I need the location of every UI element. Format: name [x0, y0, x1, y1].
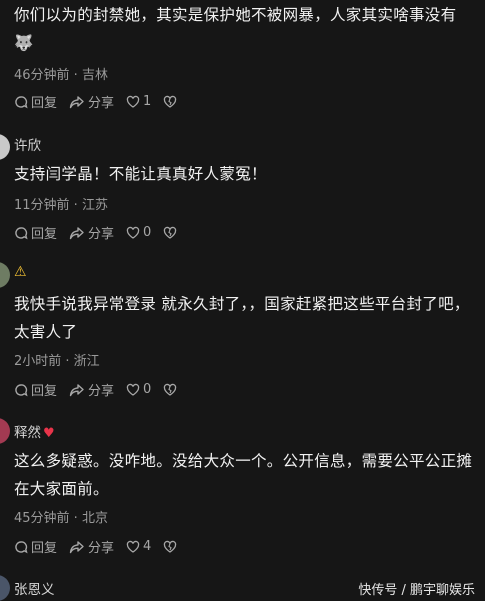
reply-button[interactable]: 回复: [14, 92, 57, 111]
reply-button[interactable]: 回复: [14, 223, 57, 242]
like-button[interactable]: 4: [126, 539, 151, 554]
comment-meta: 2小时前 · 浙江: [14, 354, 100, 369]
like-button[interactable]: 0: [126, 225, 151, 240]
share-icon: [69, 226, 84, 239]
share-label: 分享: [88, 384, 115, 399]
reply-label: 回复: [31, 227, 58, 242]
like-count: 1: [143, 94, 152, 109]
heart-icon: [126, 226, 140, 239]
comment-meta: 45分钟前 · 北京: [14, 511, 108, 526]
share-button[interactable]: 分享: [69, 92, 114, 111]
username[interactable]: 张恩义: [14, 578, 55, 598]
comment-actions: 回复 分享 0: [14, 223, 192, 242]
watermark: 快传号 / 鹏宇聊娱乐: [358, 583, 475, 598]
avatar[interactable]: [0, 418, 10, 444]
reply-icon: [15, 540, 28, 553]
comment-text: 这么多疑惑。没咋地。没给大众一个。公开信息，需要公平公正摊在大家面前。: [14, 452, 473, 498]
comment-text: 我快手说我异常登录 就永久封了，，国家赶紧把这些平台封了吧，太害人了: [14, 295, 470, 341]
reply-icon: [15, 95, 28, 108]
comment-meta: 46分钟前 · 吉林: [14, 68, 108, 83]
dislike-button[interactable]: [163, 383, 180, 397]
reply-icon: [15, 383, 28, 396]
reply-icon: [15, 226, 28, 239]
comment-actions: 回复 分享 0: [14, 380, 192, 399]
share-icon: [69, 540, 84, 553]
username-warning-icon[interactable]: ⚠: [14, 264, 27, 280]
username-text: 释然: [14, 425, 41, 441]
share-button[interactable]: 分享: [69, 380, 114, 399]
avatar[interactable]: [0, 262, 10, 288]
reply-button[interactable]: 回复: [14, 537, 57, 556]
share-label: 分享: [88, 227, 115, 242]
dislike-button[interactable]: [163, 540, 180, 554]
reply-label: 回复: [31, 384, 58, 399]
heart-icon: [126, 383, 140, 396]
broken-heart-icon: [164, 540, 177, 553]
share-button[interactable]: 分享: [69, 537, 114, 556]
broken-heart-icon: [164, 383, 177, 396]
username[interactable]: 释然 ♥: [14, 421, 55, 441]
dislike-button[interactable]: [163, 95, 180, 109]
avatar[interactable]: [0, 575, 10, 601]
like-button[interactable]: 0: [126, 382, 151, 397]
comment-actions: 回复 分享 1: [14, 92, 192, 111]
heart-icon: [126, 95, 140, 108]
reply-label: 回复: [31, 96, 58, 111]
share-label: 分享: [88, 541, 115, 556]
reply-button[interactable]: 回复: [14, 380, 57, 399]
heart-icon: [126, 540, 140, 553]
share-icon: [69, 95, 84, 108]
like-count: 4: [143, 539, 152, 554]
comment-text: 你们以为的封禁她，其实是保护她不被网暴，人家其实啥事没有 🐺: [14, 6, 457, 52]
heart-badge-icon: ♥: [43, 426, 55, 441]
broken-heart-icon: [164, 95, 177, 108]
comment-actions: 回复 分享 4: [14, 537, 192, 556]
comment-meta: 11分钟前 · 江苏: [14, 198, 108, 213]
share-label: 分享: [88, 96, 115, 111]
comment-text: 支持闫学晶！不能让真真好人蒙冤！: [14, 165, 267, 183]
dislike-button[interactable]: [163, 226, 180, 240]
like-count: 0: [143, 382, 152, 397]
share-button[interactable]: 分享: [69, 223, 114, 242]
like-count: 0: [143, 225, 152, 240]
share-icon: [69, 383, 84, 396]
username[interactable]: 许欣: [14, 134, 41, 154]
broken-heart-icon: [164, 226, 177, 239]
like-button[interactable]: 1: [126, 94, 151, 109]
avatar[interactable]: [0, 134, 10, 160]
reply-label: 回复: [31, 541, 58, 556]
